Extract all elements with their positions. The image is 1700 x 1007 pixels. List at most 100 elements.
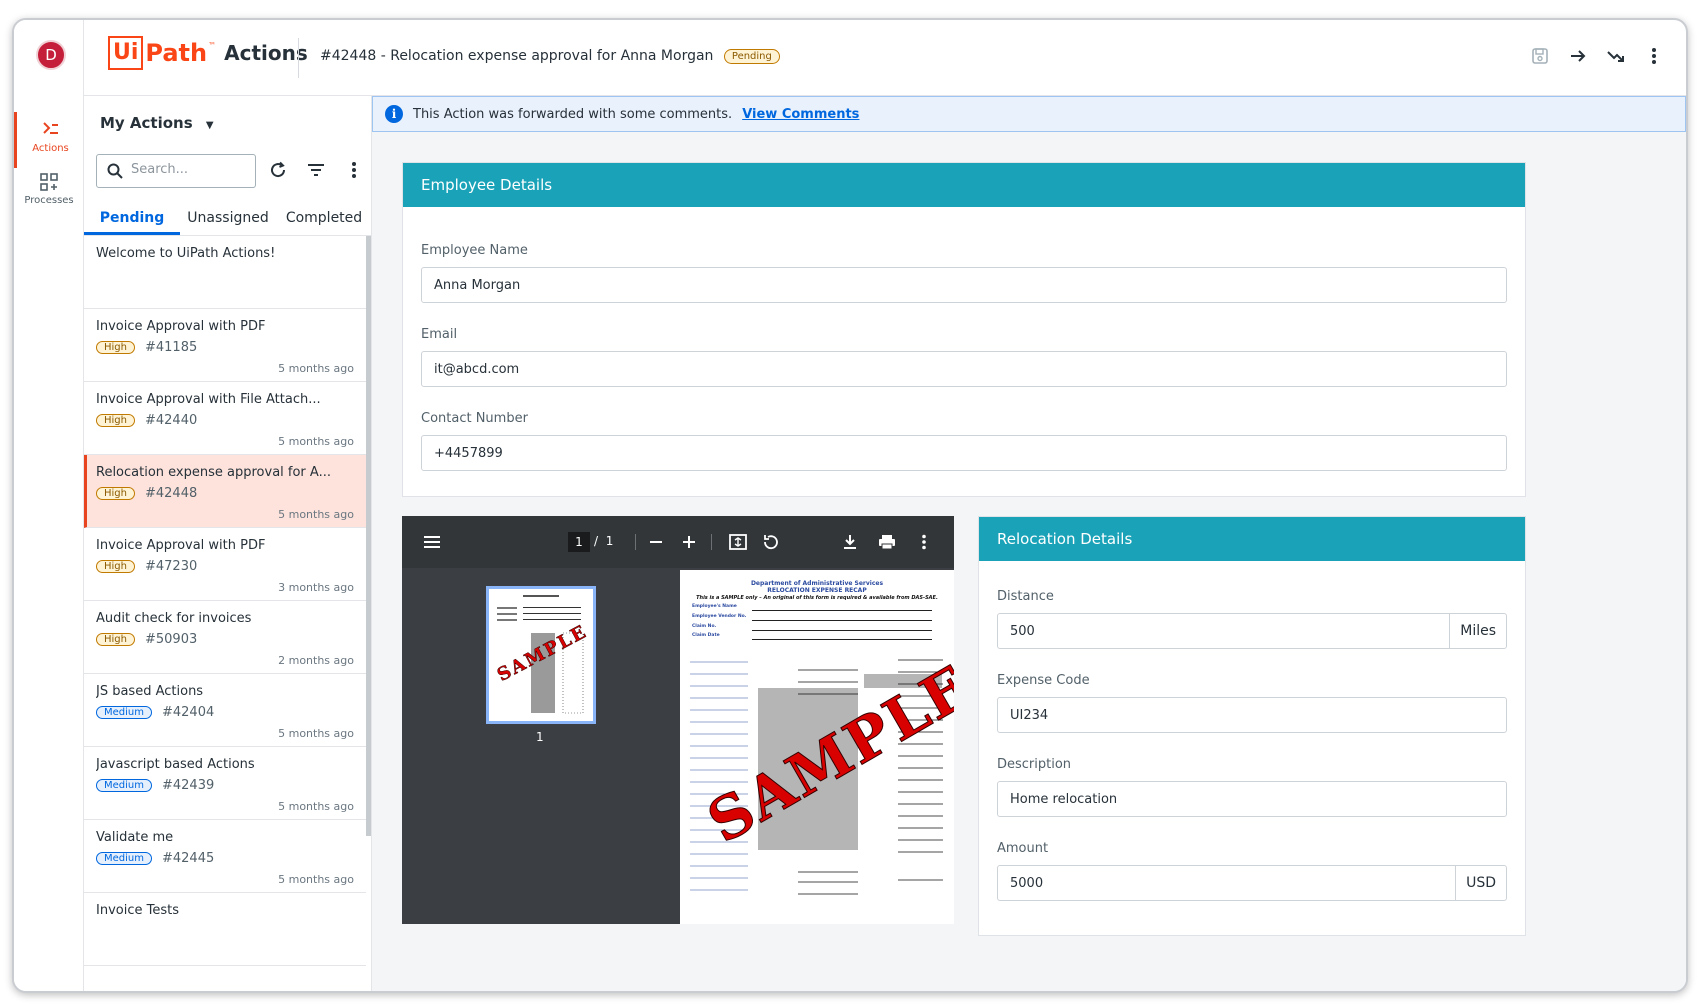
list-item[interactable]: Welcome to UiPath Actions! [84, 236, 366, 309]
list-item[interactable]: Invoice Tests [84, 893, 366, 966]
contact-number-field[interactable]: +4457899 [421, 435, 1507, 471]
thumbnail-label: 1 [536, 730, 544, 744]
doc-line [752, 630, 932, 631]
priority-badge: High [96, 633, 135, 646]
save-icon[interactable] [1528, 44, 1552, 68]
expense-code-field[interactable]: UI234 [997, 697, 1507, 733]
item-title: Invoice Approval with PDF [96, 538, 266, 553]
uipath-logo[interactable]: Ui Path ™ Actions [108, 36, 308, 70]
priority-badge: High [96, 341, 135, 354]
list-toolbar [266, 158, 366, 182]
expense-code-label: Expense Code [997, 673, 1090, 688]
toolbar-divider [711, 534, 712, 550]
task-title: #42448 - Relocation expense approval for… [320, 48, 714, 64]
toolbar-divider [635, 534, 636, 550]
item-title: Welcome to UiPath Actions! [96, 246, 276, 261]
list-item[interactable]: Javascript based Actions Medium #42439 5 … [84, 747, 366, 820]
zoom-in-icon[interactable] [677, 530, 701, 554]
list-item[interactable]: Audit check for invoices High #50903 2 mo… [84, 601, 366, 674]
priority-badge: High [96, 560, 135, 573]
page-total: / 1 [594, 534, 613, 548]
search-icon [107, 163, 123, 179]
item-id: #42448 [144, 486, 198, 501]
contact-number-label: Contact Number [421, 411, 528, 426]
trend-icon[interactable] [1604, 44, 1628, 68]
my-actions-dropdown[interactable]: My Actions ▼ [100, 114, 214, 132]
description-label: Description [997, 757, 1072, 772]
logo-ui: Ui [108, 36, 144, 70]
banner-text: This Action was forwarded with some comm… [413, 106, 733, 122]
forward-icon[interactable] [1566, 44, 1590, 68]
more-icon[interactable] [1642, 44, 1666, 68]
logo-path: Path [145, 39, 208, 67]
priority-badge: Medium [96, 852, 152, 865]
rail-item-actions[interactable]: Actions [14, 112, 84, 168]
print-icon[interactable] [875, 530, 899, 554]
list-item[interactable]: JS based Actions Medium #42404 5 months a… [84, 674, 366, 747]
list-scrollbar[interactable] [366, 236, 371, 836]
list-item[interactable]: Invoice Approval with PDF High #41185 5 m… [84, 309, 366, 382]
list-more-icon[interactable] [342, 158, 366, 182]
list-item[interactable]: Invoice Approval with PDF High #47230 3 m… [84, 528, 366, 601]
page-title: #42448 - Relocation expense approval for… [320, 48, 780, 64]
doc-note: This is a SAMPLE only – An original of t… [696, 595, 938, 601]
doc-line [752, 610, 932, 611]
item-title: Javascript based Actions [96, 757, 255, 772]
download-icon[interactable] [838, 530, 862, 554]
pdf-toolbar: 1 / 1 [402, 516, 954, 568]
distance-field[interactable]: 500 Miles [997, 613, 1507, 649]
page-separator: / [594, 534, 599, 548]
app-header: Ui Path ™ Actions #42448 - Relocation ex… [84, 20, 1686, 96]
action-list: Welcome to UiPath Actions! Invoice Appro… [84, 236, 366, 991]
email-field[interactable]: it@abcd.com [421, 351, 1507, 387]
list-item[interactable]: Validate me Medium #42445 5 months ago [84, 820, 366, 893]
filter-icon[interactable] [304, 158, 328, 182]
doc-field-label: Claim Date [692, 633, 720, 638]
page-thumbnail[interactable]: SAMPLE [486, 586, 596, 724]
avatar[interactable]: D [36, 40, 66, 70]
item-time: 5 months ago [278, 873, 354, 886]
fit-page-icon[interactable] [726, 530, 750, 554]
employee-name-field[interactable]: Anna Morgan [421, 267, 1507, 303]
item-id: #47230 [144, 559, 198, 574]
tab-pending[interactable]: Pending [84, 204, 180, 235]
rail-item-processes[interactable]: Processes [14, 164, 84, 220]
email-label: Email [421, 327, 458, 342]
page-number-input[interactable]: 1 [568, 532, 590, 552]
item-id: #50903 [144, 632, 198, 647]
amount-field[interactable]: 5000 USD [997, 865, 1507, 901]
doc-field-label: Employee's Name [692, 604, 737, 609]
description-field[interactable]: Home relocation [997, 781, 1507, 817]
pdf-more-icon[interactable] [912, 530, 936, 554]
header-divider [298, 38, 299, 78]
list-item-selected[interactable]: Relocation expense approval for A... Hig… [84, 455, 366, 528]
priority-badge: Medium [96, 706, 152, 719]
info-banner: i This Action was forwarded with some co… [372, 96, 1686, 132]
item-title: Invoice Tests [96, 903, 179, 918]
search-input[interactable] [131, 162, 249, 177]
zoom-out-icon[interactable] [644, 530, 668, 554]
app-name: Actions [224, 41, 308, 65]
doc-title: RELOCATION EXPENSE RECAP [767, 587, 867, 594]
refresh-icon[interactable] [266, 158, 290, 182]
distance-unit: Miles [1449, 614, 1506, 648]
info-icon: i [385, 105, 403, 123]
tab-completed[interactable]: Completed [276, 204, 372, 235]
priority-badge: High [96, 487, 135, 500]
item-time: 5 months ago [278, 508, 354, 521]
item-id: #42440 [144, 413, 198, 428]
list-item[interactable]: Invoice Approval with File Attach... Hig… [84, 382, 366, 455]
rail-item-label: Actions [32, 143, 69, 154]
priority-badge: Medium [96, 779, 152, 792]
employee-details-card: Employee Details Employee Name Anna Morg… [402, 162, 1526, 497]
menu-icon[interactable] [420, 530, 444, 554]
card-title: Employee Details [403, 163, 1525, 207]
rotate-icon[interactable] [759, 530, 783, 554]
item-time: 5 months ago [278, 435, 354, 448]
tab-unassigned[interactable]: Unassigned [180, 204, 276, 235]
action-list-panel: My Actions ▼ Pending Unassigned Complete… [84, 96, 372, 991]
view-comments-link[interactable]: View Comments [742, 107, 859, 122]
item-id: #42439 [162, 778, 215, 793]
employee-name-label: Employee Name [421, 243, 528, 258]
app-window: D Actions Processes Ui Path ™ Actions #4… [12, 18, 1688, 993]
